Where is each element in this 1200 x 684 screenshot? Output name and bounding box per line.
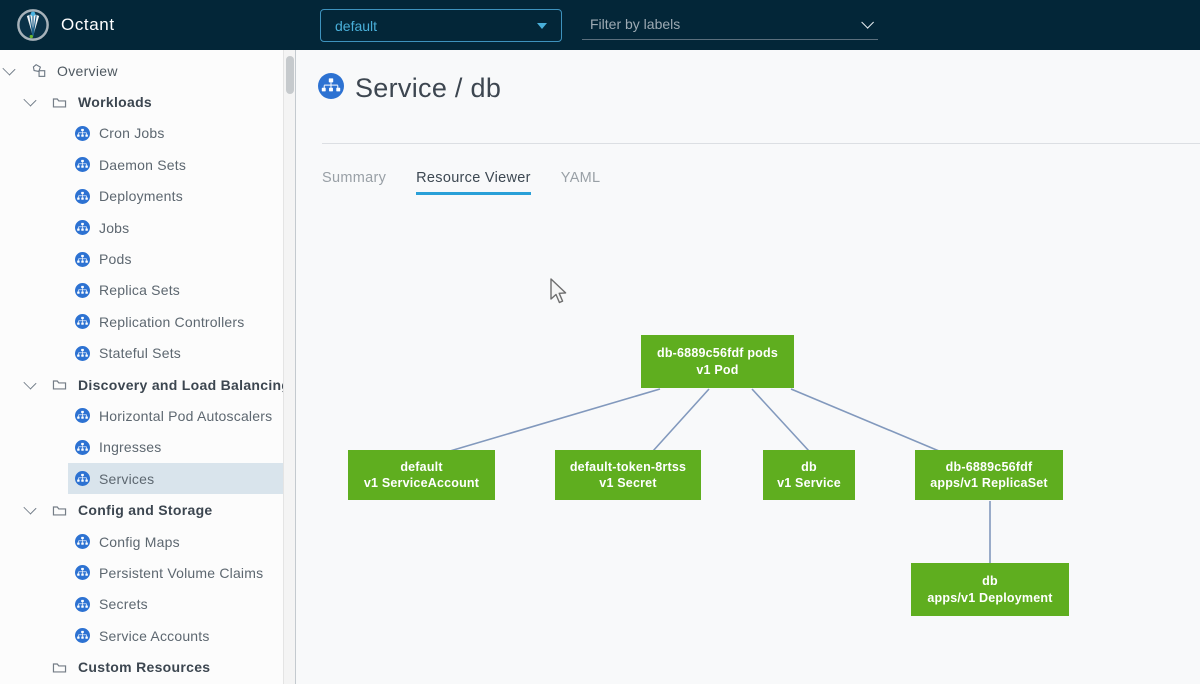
node-kind: v1 Service <box>777 476 841 490</box>
top-header-bar: Octant default Filter by labels <box>0 0 1200 50</box>
sidebar-item-jobs[interactable]: Jobs <box>68 212 283 243</box>
node-kind: v1 Secret <box>599 476 657 490</box>
octant-app-window: Octant default Filter by labels Overview… <box>0 0 1200 684</box>
sidebar-item-config-maps[interactable]: Config Maps <box>68 526 283 557</box>
ingresses-icon <box>75 439 90 455</box>
sidebar-item-daemon-sets[interactable]: Daemon Sets <box>68 149 283 180</box>
jobs-icon <box>75 220 90 236</box>
node-name: default <box>400 459 443 474</box>
sidebar-item-label: Jobs <box>99 219 130 236</box>
sidebar-item-cron-jobs[interactable]: Cron Jobs <box>68 118 283 149</box>
node-name: db <box>801 459 817 474</box>
sidebar-item-services[interactable]: Services <box>68 463 283 495</box>
sidebar-item-label: Services <box>99 470 155 487</box>
node-name: db <box>982 574 998 588</box>
namespace-dropdown[interactable]: default <box>320 9 562 42</box>
octant-logo-icon <box>16 8 50 42</box>
secrets-icon <box>75 596 90 612</box>
sidebar-item-replication-controllers[interactable]: Replication Controllers <box>68 306 283 337</box>
sidebar-item-custom-resources[interactable]: Custom Resources <box>0 651 295 682</box>
folder-icon <box>52 661 67 674</box>
sidebar-navigation: Overview Workloads Cron Jobs Daemon Sets Dep… <box>0 50 296 684</box>
sidebar-item-label: Replica Sets <box>99 282 180 299</box>
sidebar-item-label: Pods <box>99 251 132 268</box>
persistent-volume-claims-icon <box>75 565 90 581</box>
chevron-down-icon[interactable] <box>23 93 37 107</box>
objects-icon <box>30 63 47 79</box>
sidebar-item-label: Config Maps <box>99 533 180 550</box>
cron-jobs-icon <box>75 125 90 141</box>
scrollbar-thumb[interactable] <box>286 56 294 94</box>
sidebar-item-config-and-storage[interactable]: Config and Storage <box>0 494 295 525</box>
sidebar-item-pods[interactable]: Pods <box>68 243 283 274</box>
sidebar-item-label: Secrets <box>99 596 148 613</box>
sidebar-item-label: Ingresses <box>99 439 162 456</box>
graph-node-service[interactable]: db v1 Service <box>763 450 855 500</box>
graph-node-serviceaccount[interactable]: default v1 ServiceAccount <box>348 450 495 500</box>
services-icon <box>75 471 90 487</box>
sidebar-item-label: Replication Controllers <box>99 313 245 330</box>
chevron-down-icon[interactable] <box>2 62 16 76</box>
sidebar-item-label: Deployments <box>99 188 183 205</box>
sidebar-nav: Overview Workloads Cron Jobs Daemon Sets Dep… <box>0 50 295 683</box>
daemon-sets-icon <box>75 157 90 173</box>
sidebar-item-label: Daemon Sets <box>99 156 187 173</box>
sidebar-item-service-accounts[interactable]: Service Accounts <box>68 620 283 651</box>
node-kind: apps/v1 Deployment <box>927 590 1053 605</box>
node-name: db-6889c56fdf pods <box>657 346 778 360</box>
sidebar-scrollbar[interactable] <box>283 50 295 684</box>
sidebar-item-ingresses[interactable]: Ingresses <box>68 432 283 463</box>
graph-node-secret[interactable]: default-token-8rtss v1 Secret <box>555 450 701 500</box>
folder-icon <box>52 378 67 391</box>
namespace-dropdown-value: default <box>335 17 378 34</box>
sidebar-item-secrets[interactable]: Secrets <box>68 589 283 620</box>
node-name: default-token-8rtss <box>569 459 687 474</box>
sidebar-item-label: Service Accounts <box>99 627 210 644</box>
sidebar-item-replica-sets[interactable]: Replica Sets <box>68 275 283 306</box>
node-kind: v1 Pod <box>696 362 739 377</box>
folder-icon <box>52 96 67 109</box>
chevron-down-icon[interactable] <box>23 376 37 390</box>
sidebar-item-stateful-sets[interactable]: Stateful Sets <box>68 338 283 369</box>
sidebar-item-label: Cron Jobs <box>99 125 165 142</box>
stateful-sets-icon <box>75 345 90 361</box>
sidebar-item-label: Stateful Sets <box>99 345 181 362</box>
caret-down-icon <box>537 22 547 29</box>
app-title: Octant <box>61 15 115 34</box>
folder-icon <box>52 504 67 517</box>
node-kind: v1 ServiceAccount <box>363 476 480 490</box>
sidebar-item-horizontal-pod-autoscalers[interactable]: Horizontal Pod Autoscalers <box>68 400 283 431</box>
graph-node-replicaset[interactable]: db-6889c56fdf apps/v1 ReplicaSet <box>915 450 1063 500</box>
node-name: db-6889c56fdf <box>945 459 1033 474</box>
replication-controllers-icon <box>75 314 90 330</box>
chevron-down-icon <box>861 15 874 29</box>
deployments-icon <box>75 188 90 204</box>
horizontal-pod-autoscalers-icon <box>75 408 90 424</box>
label-filter-placeholder: Filter by labels <box>590 16 681 32</box>
graph-node-pod[interactable]: db-6889c56fdf pods v1 Pod <box>641 335 794 388</box>
sidebar-item-discovery-and-load-balancing[interactable]: Discovery and Load Balancing <box>0 369 295 400</box>
sidebar-item-label: Overview <box>57 62 118 79</box>
node-kind: apps/v1 ReplicaSet <box>930 476 1048 490</box>
sidebar-item-label: Custom Resources <box>78 659 211 676</box>
sidebar-item-label: Horizontal Pod Autoscalers <box>99 407 273 424</box>
sidebar-item-label: Workloads <box>78 94 153 111</box>
chevron-down-icon[interactable] <box>23 501 37 515</box>
service-accounts-icon <box>75 628 90 644</box>
sidebar-item-workloads[interactable]: Workloads <box>0 86 295 117</box>
sidebar-item-persistent-volume-claims[interactable]: Persistent Volume Claims <box>68 557 283 588</box>
sidebar-item-overview[interactable]: Overview <box>0 55 295 86</box>
config-maps-icon <box>75 534 90 550</box>
replica-sets-icon <box>75 282 90 298</box>
pods-icon <box>75 251 90 267</box>
sidebar-item-label: Discovery and Load Balancing <box>78 376 291 393</box>
sidebar-item-deployments[interactable]: Deployments <box>68 181 283 212</box>
sidebar-item-label: Config and Storage <box>78 502 213 519</box>
sidebar-item-label: Persistent Volume Claims <box>99 564 264 581</box>
label-filter-input[interactable]: Filter by labels <box>582 9 878 40</box>
graph-node-deployment[interactable]: db apps/v1 Deployment <box>911 563 1069 616</box>
